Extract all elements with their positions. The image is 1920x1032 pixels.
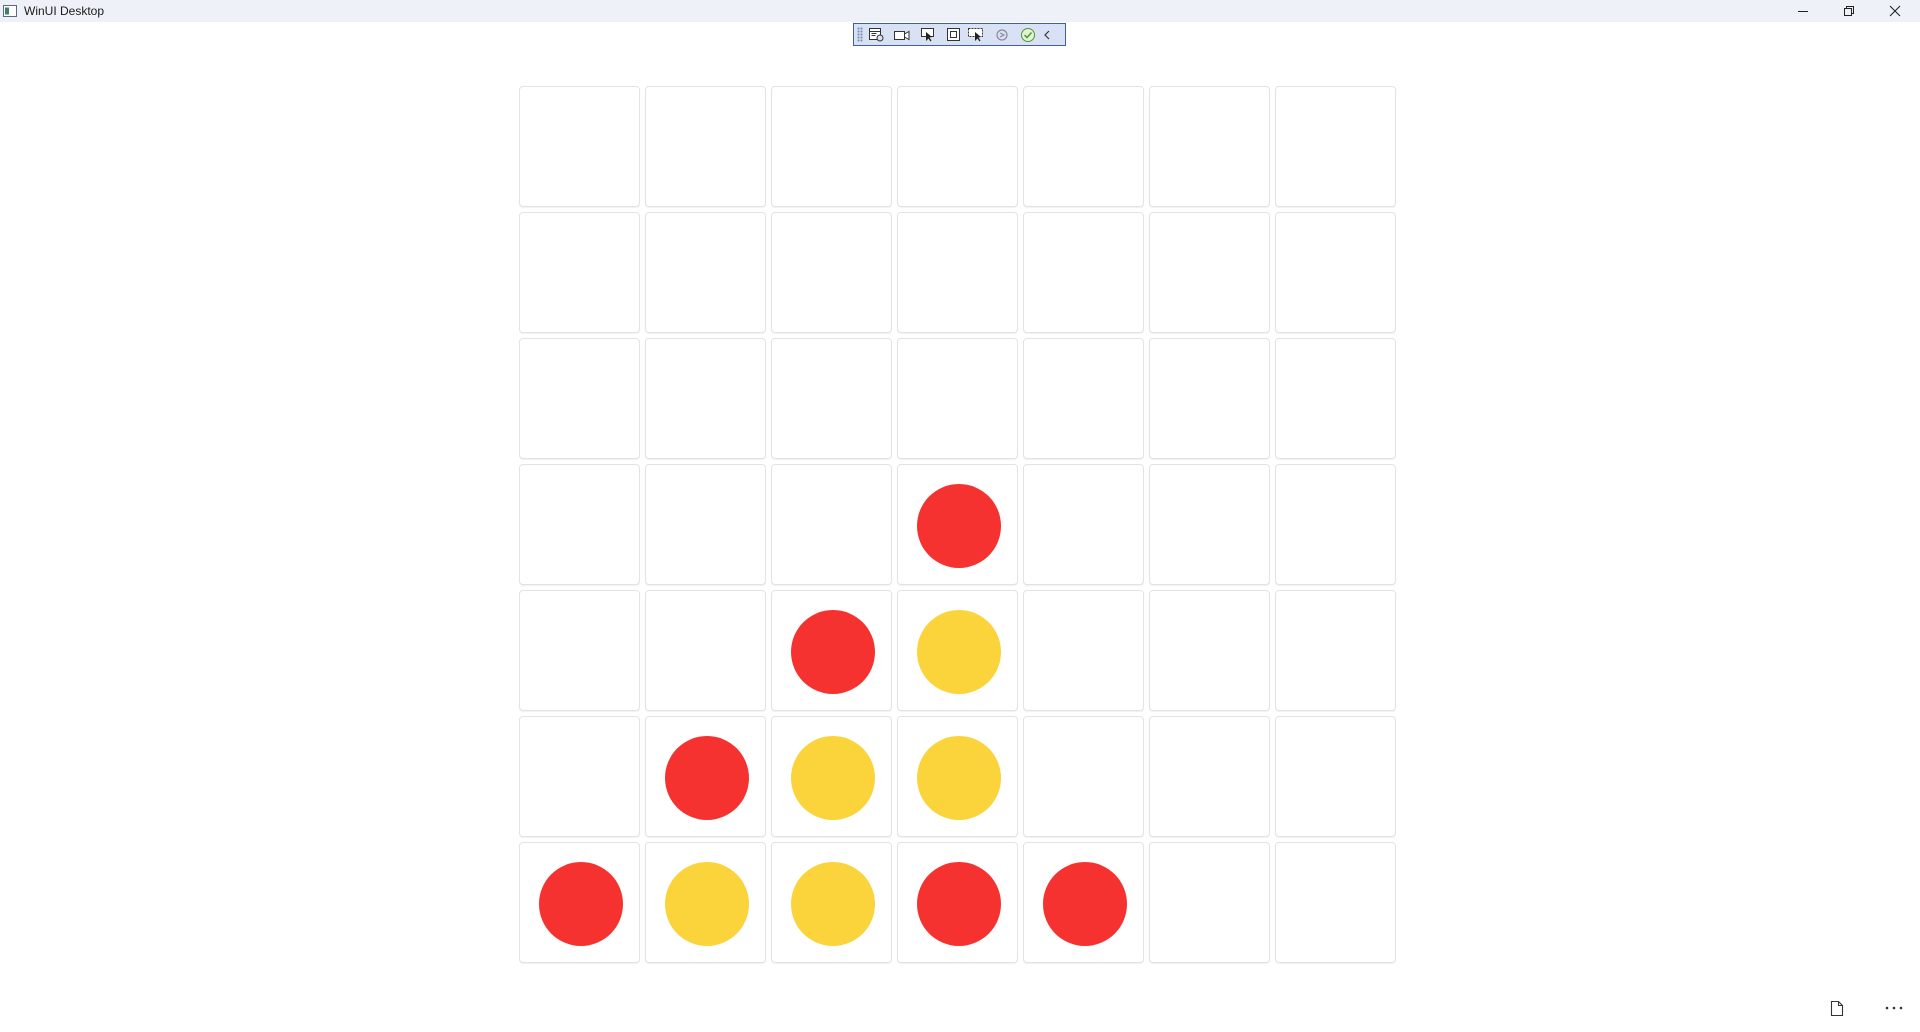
board-cell[interactable] <box>1275 338 1396 459</box>
board-cell[interactable] <box>1023 86 1144 207</box>
board-cell[interactable] <box>771 86 892 207</box>
red-disc <box>791 610 875 694</box>
window-title: WinUI Desktop <box>24 4 105 18</box>
board-cell[interactable] <box>519 716 640 837</box>
accessibility-check-button[interactable] <box>1018 26 1038 43</box>
board-cell[interactable] <box>771 212 892 333</box>
collapse-chevron-icon <box>1044 30 1050 39</box>
board-cell[interactable] <box>519 590 640 711</box>
board-cell[interactable] <box>645 212 766 333</box>
board-cell[interactable] <box>897 716 1018 837</box>
board-cell[interactable] <box>1023 464 1144 585</box>
red-disc <box>1043 862 1127 946</box>
board-cell[interactable] <box>645 716 766 837</box>
yellow-disc <box>917 610 1001 694</box>
board-cell[interactable] <box>519 464 640 585</box>
board-cell[interactable] <box>1023 212 1144 333</box>
board-cell[interactable] <box>1275 716 1396 837</box>
yellow-disc <box>791 862 875 946</box>
board-cell[interactable] <box>897 212 1018 333</box>
board-cell[interactable] <box>1149 716 1270 837</box>
yellow-disc <box>665 862 749 946</box>
red-disc <box>917 862 1001 946</box>
board-cell[interactable] <box>897 464 1018 585</box>
yellow-disc <box>791 736 875 820</box>
accessibility-check-icon <box>1021 27 1035 42</box>
board-cell[interactable] <box>1149 338 1270 459</box>
display-layout-adorners-button[interactable] <box>943 26 963 43</box>
board-cell[interactable] <box>771 464 892 585</box>
minimize-button[interactable] <box>1780 0 1826 22</box>
board-cell[interactable] <box>1275 464 1396 585</box>
board-cell[interactable] <box>1023 590 1144 711</box>
red-disc <box>917 484 1001 568</box>
app-icon <box>3 5 17 17</box>
board-cell[interactable] <box>1023 338 1144 459</box>
board-cell[interactable] <box>897 338 1018 459</box>
board-cell[interactable] <box>897 842 1018 963</box>
board-cell[interactable] <box>1023 716 1144 837</box>
live-visual-tree-icon <box>869 28 884 42</box>
toolbar-grip[interactable] <box>857 27 863 42</box>
restore-icon <box>1844 6 1854 16</box>
board-cell[interactable] <box>771 338 892 459</box>
board-cell[interactable] <box>771 590 892 711</box>
board-cell[interactable] <box>1149 590 1270 711</box>
board-cell[interactable] <box>1275 86 1396 207</box>
more-options-button[interactable] <box>1880 994 1908 1022</box>
record-icon <box>894 30 910 40</box>
track-focus-button[interactable] <box>966 26 986 43</box>
board-cell[interactable] <box>645 590 766 711</box>
board-cell[interactable] <box>519 86 640 207</box>
board-cell[interactable] <box>897 86 1018 207</box>
board-cell[interactable] <box>519 842 640 963</box>
board-cell[interactable] <box>645 464 766 585</box>
record-button[interactable] <box>892 26 912 43</box>
red-disc <box>539 862 623 946</box>
display-layout-adorners-icon <box>946 28 960 41</box>
board-cell[interactable] <box>771 842 892 963</box>
restore-button[interactable] <box>1826 0 1872 22</box>
board-cell[interactable] <box>1149 464 1270 585</box>
track-focus-icon <box>968 28 983 42</box>
board-cell[interactable] <box>645 86 766 207</box>
more-options-icon <box>1885 1006 1903 1010</box>
board-cell[interactable] <box>1149 842 1270 963</box>
red-disc <box>665 736 749 820</box>
live-visual-tree-button[interactable] <box>866 26 886 43</box>
hot-reload-icon <box>996 28 1008 41</box>
board-cell[interactable] <box>519 338 640 459</box>
close-icon <box>1889 5 1901 17</box>
collapse-toolbar-button[interactable] <box>1040 26 1054 43</box>
board-cell[interactable] <box>897 590 1018 711</box>
board-cell[interactable] <box>1275 842 1396 963</box>
title-bar: WinUI Desktop <box>0 0 1920 22</box>
board-cell[interactable] <box>1023 842 1144 963</box>
debug-toolbar <box>853 23 1066 46</box>
board-cell[interactable] <box>1275 590 1396 711</box>
board-cell[interactable] <box>519 212 640 333</box>
close-button[interactable] <box>1872 0 1918 22</box>
select-element-button[interactable] <box>918 26 938 43</box>
board-cell[interactable] <box>645 338 766 459</box>
board-cell[interactable] <box>1275 212 1396 333</box>
board-cell[interactable] <box>1149 86 1270 207</box>
game-board <box>519 86 1401 968</box>
board-cell[interactable] <box>1149 212 1270 333</box>
select-element-icon <box>921 28 934 42</box>
board-cell[interactable] <box>645 842 766 963</box>
document-icon <box>1830 1000 1844 1016</box>
yellow-disc <box>917 736 1001 820</box>
minimize-icon <box>1798 11 1808 12</box>
document-button[interactable] <box>1823 994 1851 1022</box>
board-cell[interactable] <box>771 716 892 837</box>
hot-reload-button[interactable] <box>992 26 1012 43</box>
